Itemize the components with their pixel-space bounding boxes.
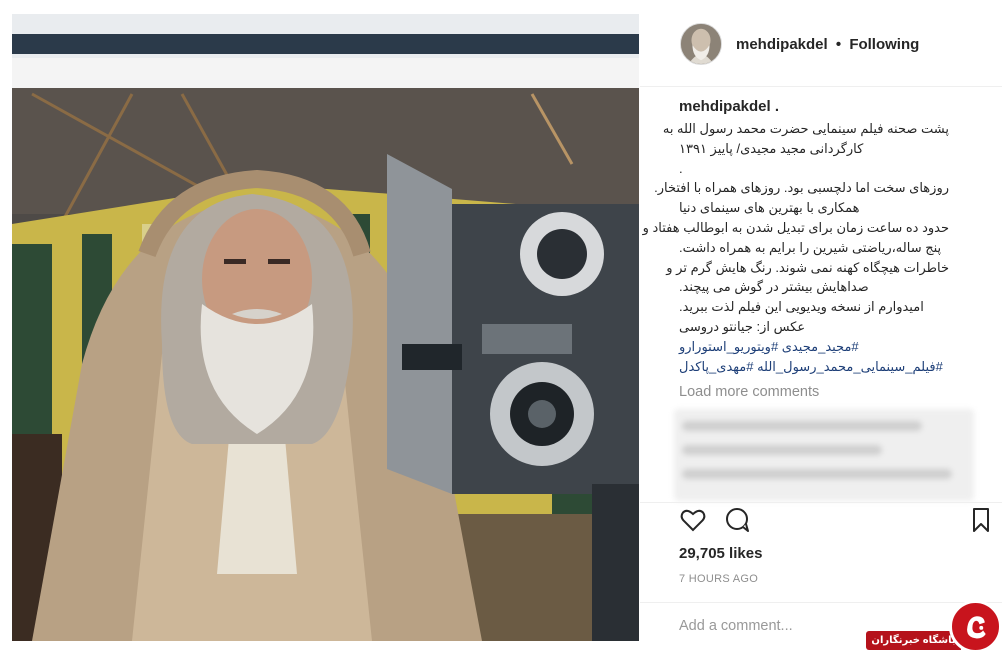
bookmark-icon[interactable] — [967, 506, 995, 534]
blurred-comment-line — [682, 469, 952, 479]
follow-status-button[interactable]: Following — [849, 36, 919, 53]
post-photo-illustration — [12, 14, 639, 641]
watermark-label: باشگاه خبرنگاران — [866, 631, 961, 650]
username-link[interactable]: mehdipakdel — [736, 36, 828, 53]
post-timestamp: 7 HOURS AGO — [679, 573, 759, 585]
heart-icon[interactable] — [679, 506, 707, 534]
post-photo[interactable] — [12, 14, 639, 641]
caption-line: عکس از: جیانتو دروسی — [679, 318, 806, 334]
blurred-comment-line — [682, 421, 922, 431]
caption-line: خاطرات هیچگاه کهنه نمی شوند. رنگ هایش گر… — [666, 259, 949, 275]
caption-author[interactable]: mehdipakdel . — [679, 98, 949, 115]
caption: mehdipakdel . پشت صحنه فیلم سینمایی حضرت… — [642, 98, 949, 377]
load-more-comments-link[interactable]: Load more comments — [679, 384, 819, 400]
caption-line: امیدوارم از نسخه ویدیویی این فیلم لذت بب… — [679, 299, 924, 315]
caption-line: صداهایش بیشتر در گوش می پیچند. — [679, 279, 869, 295]
avatar[interactable] — [680, 23, 722, 65]
hashtag-line[interactable]: #مجید_مجیدی #ویتوریو_استورارو — [679, 337, 949, 357]
post-side-panel: mehdipakdel • Following mehdipakdel . پش… — [640, 14, 1002, 653]
caption-line: پنج ساله،ریاضتی شیرین را برایم به همراه … — [679, 239, 942, 255]
action-bar — [679, 506, 989, 540]
watermark-badge: باشگاه خبرنگاران — [866, 600, 1002, 653]
avatar-image — [681, 24, 721, 64]
separator-dot: • — [835, 35, 842, 53]
caption-line: کارگردانی مجید مجیدی/ پاییز ۱۳۹۱ — [679, 140, 864, 156]
add-comment-input[interactable]: Add a comment... — [679, 618, 793, 634]
actions-divider — [640, 502, 1002, 503]
post-header: mehdipakdel • Following — [640, 14, 1002, 74]
caption-line: حدود ده ساعت زمان برای تبدیل شدن به ابوط… — [642, 219, 949, 235]
blurred-comments — [674, 409, 974, 501]
likes-count[interactable]: 29,705 likes — [679, 545, 762, 562]
header-text: mehdipakdel • Following — [736, 36, 919, 53]
blurred-comment-line — [682, 445, 882, 455]
caption-line: پشت صحنه فیلم سینمایی حضرت محمد رسول الل… — [662, 121, 949, 136]
caption-line: همکاری با بهترین های سینمای دنیا — [679, 200, 860, 216]
watermark-logo — [949, 600, 1002, 653]
comment-icon[interactable] — [723, 506, 751, 534]
header-divider — [640, 86, 1002, 87]
caption-line: . — [679, 160, 683, 176]
caption-line: روزهای سخت اما دلچسبی بود. روزهای همراه … — [654, 180, 949, 196]
hashtag-line[interactable]: #فیلم_سینمایی_محمد_رسول_الله #مهدی_پاکدل — [679, 357, 949, 377]
